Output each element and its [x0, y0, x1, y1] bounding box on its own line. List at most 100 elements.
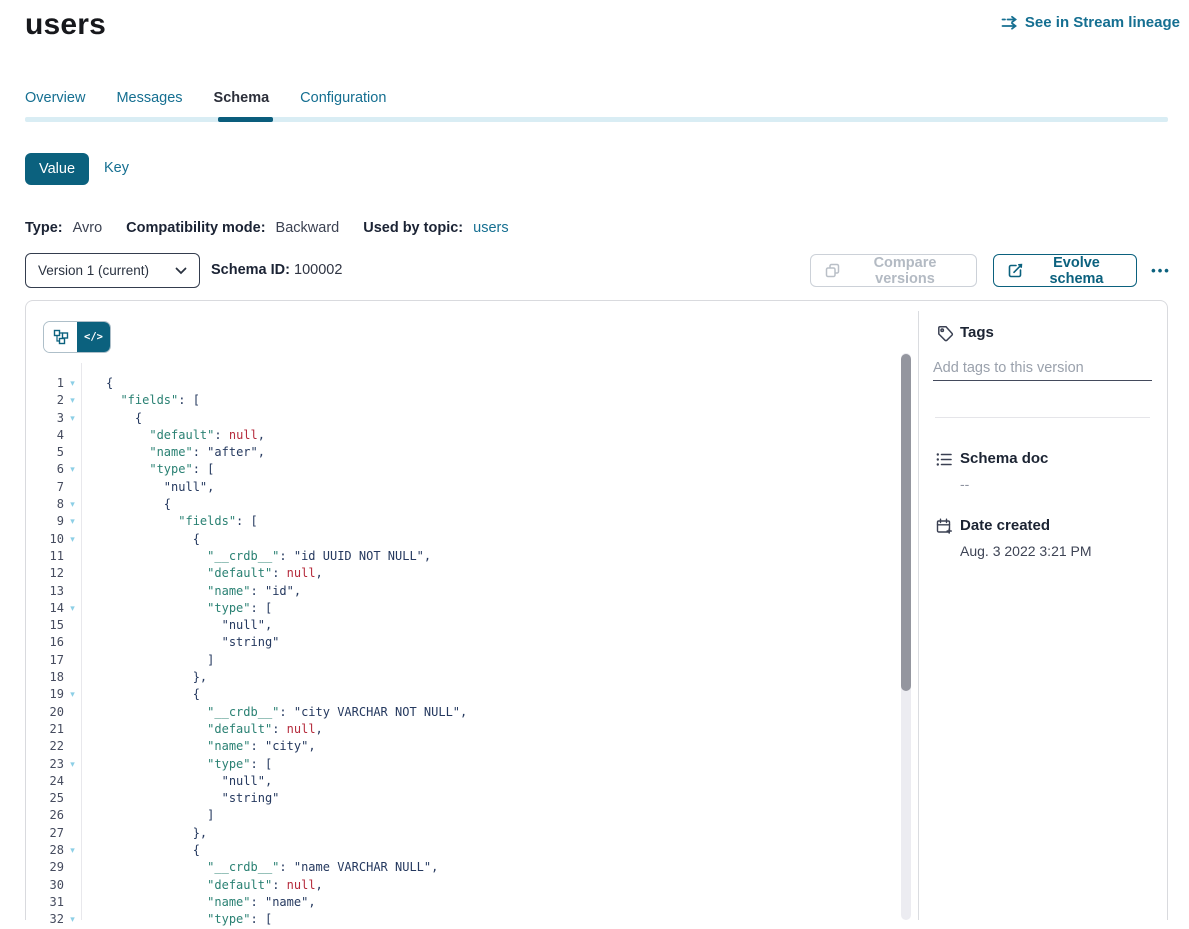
evolve-schema-button[interactable]: Evolve schema	[993, 254, 1137, 287]
fold-toggle-icon[interactable]: ▾	[64, 686, 81, 703]
tab-configuration[interactable]: Configuration	[300, 90, 386, 106]
fold-spacer	[64, 738, 81, 755]
fold-toggle-icon[interactable]: ▾	[64, 392, 81, 409]
line-number: 23	[26, 756, 64, 773]
line-number: 14	[26, 600, 64, 617]
code-text: "fields": [	[81, 513, 258, 530]
code-text: {	[81, 375, 113, 392]
fold-toggle-icon[interactable]: ▾	[64, 842, 81, 859]
code-line: 21 "default": null,	[26, 721, 1137, 738]
code-text: "string"	[81, 790, 279, 807]
line-number: 20	[26, 704, 64, 721]
tab-messages[interactable]: Messages	[116, 90, 182, 106]
code-line: 8▾ {	[26, 496, 1137, 513]
code-line: 2▾ "fields": [	[26, 392, 1137, 409]
line-number: 2	[26, 392, 64, 409]
line-number: 4	[26, 427, 64, 444]
type-label: Type:	[25, 220, 63, 236]
fold-toggle-icon[interactable]: ▾	[64, 410, 81, 427]
code-line: 23▾ "type": [	[26, 756, 1137, 773]
stream-lineage-label: See in Stream lineage	[1025, 14, 1180, 31]
fold-toggle-icon[interactable]: ▾	[64, 375, 81, 392]
line-number: 26	[26, 807, 64, 824]
tree-view-button[interactable]	[44, 322, 77, 352]
code-line: 17 ]	[26, 652, 1137, 669]
line-number: 29	[26, 859, 64, 876]
fold-toggle-icon[interactable]: ▾	[64, 513, 81, 530]
evolve-schema-icon	[1008, 263, 1023, 278]
fold-spacer	[64, 652, 81, 669]
line-number: 8	[26, 496, 64, 513]
used-by-topic-link[interactable]: users	[473, 220, 508, 236]
code-line: 31 "name": "name",	[26, 894, 1137, 911]
compare-versions-button[interactable]: Compare versions	[810, 254, 977, 287]
tab-overview[interactable]: Overview	[25, 90, 85, 106]
stream-lineage-link[interactable]: See in Stream lineage	[1001, 14, 1180, 31]
used-by-topic-label: Used by topic:	[363, 220, 463, 236]
code-line: 24 "null",	[26, 773, 1137, 790]
fold-spacer	[64, 825, 81, 842]
fold-toggle-icon[interactable]: ▾	[64, 911, 81, 928]
line-number: 31	[26, 894, 64, 911]
fold-toggle-icon[interactable]: ▾	[64, 600, 81, 617]
line-number: 11	[26, 548, 64, 565]
code-text: "default": null,	[81, 565, 323, 582]
code-text: "type": [	[81, 756, 272, 773]
fold-toggle-icon[interactable]: ▾	[64, 756, 81, 773]
code-line: 13 "name": "id",	[26, 583, 1137, 600]
fold-spacer	[64, 617, 81, 634]
code-text: "type": [	[81, 600, 272, 617]
tab-schema[interactable]: Schema	[214, 90, 270, 106]
fold-toggle-icon[interactable]: ▾	[64, 496, 81, 513]
fold-toggle-icon[interactable]: ▾	[64, 461, 81, 478]
fold-spacer	[64, 669, 81, 686]
code-line: 3▾ {	[26, 410, 1137, 427]
code-line: 14▾ "type": [	[26, 600, 1137, 617]
editor-scrollbar-thumb[interactable]	[901, 354, 911, 691]
code-text: {	[81, 842, 200, 859]
tag-icon	[937, 325, 954, 342]
line-number: 9	[26, 513, 64, 530]
chevron-down-icon	[175, 267, 187, 275]
code-text: "default": null,	[81, 877, 323, 894]
code-text: "name": "after",	[81, 444, 265, 461]
line-number: 7	[26, 479, 64, 496]
line-number: 12	[26, 565, 64, 582]
fold-spacer	[64, 704, 81, 721]
fold-spacer	[64, 721, 81, 738]
tabs: Overview Messages Schema Configuration	[25, 90, 386, 106]
code-text: "default": null,	[81, 427, 265, 444]
code-line: 27 },	[26, 825, 1137, 842]
version-select[interactable]: Version 1 (current)	[25, 253, 200, 288]
tags-title: Tags	[960, 324, 994, 341]
editor-scrollbar	[901, 353, 911, 920]
tree-view-icon	[53, 329, 69, 345]
more-options-button[interactable]: •••	[1144, 255, 1178, 285]
schema-id-value: 100002	[294, 262, 342, 278]
fold-spacer	[64, 565, 81, 582]
code-text: "null",	[81, 617, 272, 634]
code-line: 32▾ "type": [	[26, 911, 1137, 928]
code-text: "name": "city",	[81, 738, 316, 755]
evolve-schema-label: Evolve schema	[1031, 255, 1122, 287]
line-number: 15	[26, 617, 64, 634]
code-line: 18 },	[26, 669, 1137, 686]
line-number: 3	[26, 410, 64, 427]
key-toggle-button[interactable]: Key	[104, 160, 129, 176]
code-view-button[interactable]: </>	[77, 322, 110, 352]
code-text: },	[81, 669, 207, 686]
schema-id: Schema ID: 100002	[211, 262, 342, 278]
code-line: 4 "default": null,	[26, 427, 1137, 444]
value-toggle-button[interactable]: Value	[25, 153, 89, 185]
code-text: "null",	[81, 479, 214, 496]
fold-toggle-icon[interactable]: ▾	[64, 531, 81, 548]
code-line: 30 "default": null,	[26, 877, 1137, 894]
code-line: 25 "string"	[26, 790, 1137, 807]
tab-track	[25, 117, 1168, 122]
code-text: {	[81, 531, 200, 548]
code-text: "type": [	[81, 911, 272, 928]
fold-spacer	[64, 859, 81, 876]
code-text: "type": [	[81, 461, 214, 478]
tags-input[interactable]	[933, 355, 1152, 381]
fold-spacer	[64, 634, 81, 651]
